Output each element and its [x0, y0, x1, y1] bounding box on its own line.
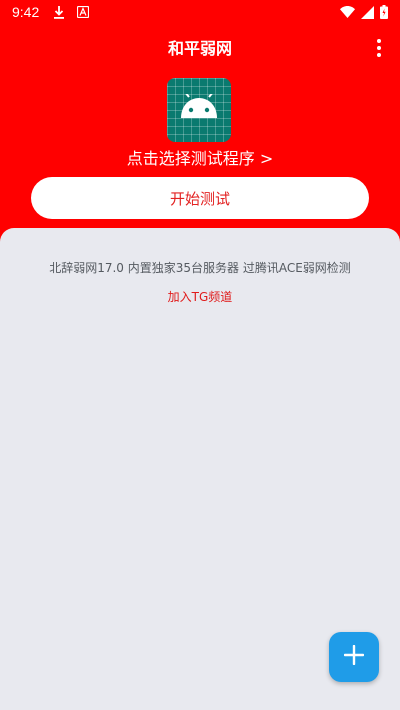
plus-icon [343, 644, 365, 669]
status-right-icons [340, 5, 388, 19]
battery-charging-icon [380, 5, 388, 19]
status-time: 9:42 [12, 4, 40, 20]
download-icon [53, 5, 65, 19]
description-text: 北辞弱网17.0 内置独家35台服务器 过腾讯ACE弱网检测 [49, 261, 351, 275]
font-a-icon [77, 6, 90, 18]
status-bar: 9:42 [0, 0, 400, 24]
select-program-link[interactable]: 点击选择测试程序 > [0, 145, 400, 169]
more-vert-icon[interactable] [372, 38, 386, 58]
app-title: 和平弱网 [167, 39, 232, 58]
wifi-icon [340, 6, 355, 18]
app-bar: 和平弱网 [0, 30, 400, 64]
android-icon[interactable] [167, 78, 231, 142]
join-tg-link[interactable]: 加入TG频道 [0, 288, 400, 305]
add-fab-button[interactable] [329, 632, 379, 682]
status-left-icons [53, 5, 90, 19]
signal-icon [361, 5, 374, 19]
start-test-button[interactable]: 开始测试 [31, 177, 369, 219]
